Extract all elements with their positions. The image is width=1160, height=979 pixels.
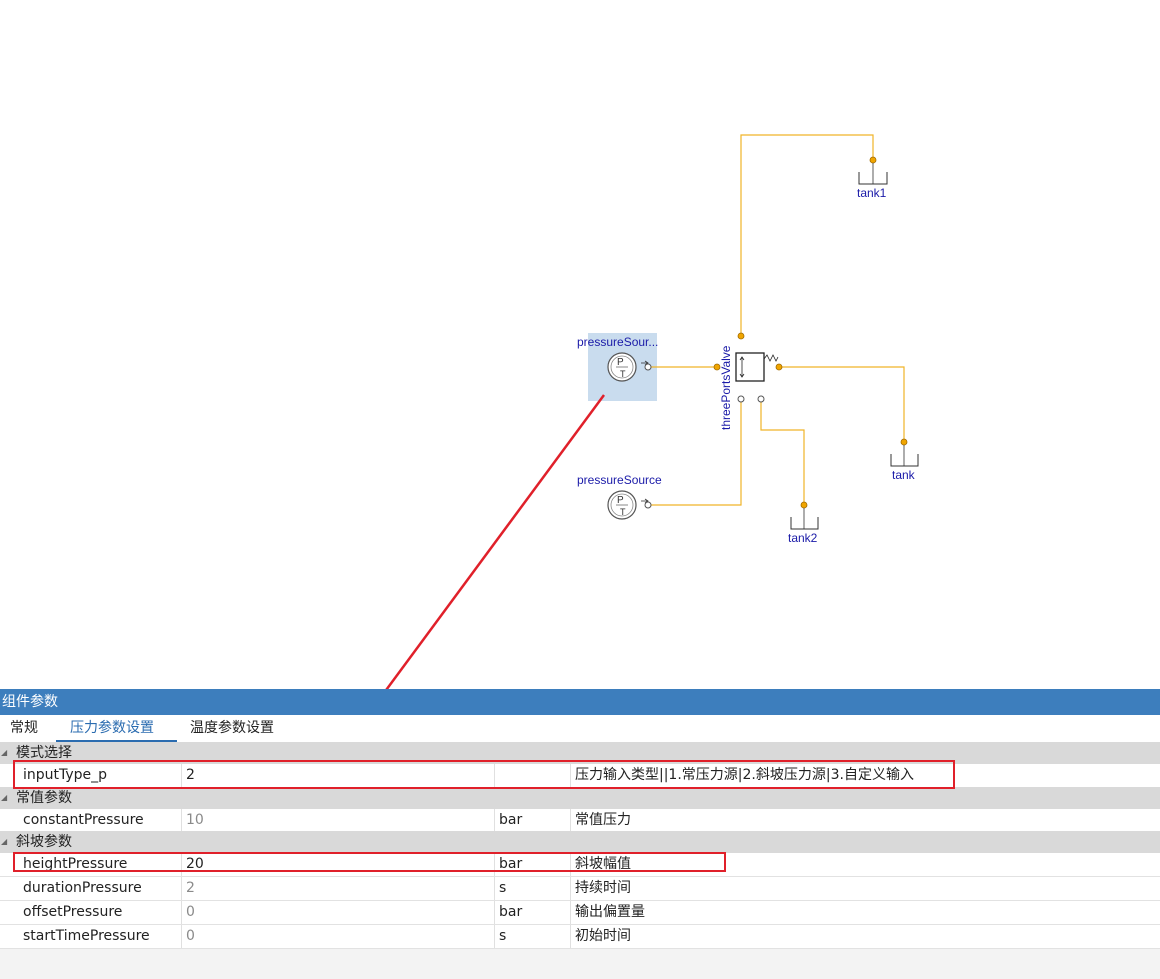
tank1-label: tank1 [857, 186, 887, 200]
param-row-inputType_p[interactable]: inputType_p 2 压力输入类型||1.常压力源|2.斜坡压力源|3.自… [0, 764, 1160, 788]
pressure-source-label: pressureSource [577, 473, 662, 487]
wire-valve-tank1 [740, 134, 874, 336]
svg-text:T: T [620, 369, 626, 379]
param-name: inputType_p [23, 767, 108, 783]
wire-valve-tank [779, 366, 905, 442]
param-unit: bar [494, 853, 570, 876]
tank-label: tank [892, 468, 915, 482]
param-value-input[interactable]: 0 [181, 925, 494, 948]
panel-title: 组件参数 [0, 689, 1160, 715]
parameter-tabs: 常规 压力参数设置 温度参数设置 [0, 715, 1160, 742]
tab-pressure-settings[interactable]: 压力参数设置 [56, 715, 177, 742]
diagram-canvas[interactable]: P T P T pressureSour... pressureSource t… [0, 0, 1160, 689]
tank2-icon[interactable] [790, 501, 819, 530]
param-row-constantPressure[interactable]: constantPressure 10 bar 常值压力 [0, 809, 1160, 833]
param-description: 斜坡幅值 [570, 853, 1160, 876]
param-unit: s [494, 925, 570, 948]
collapse-icon[interactable]: ◢ [1, 787, 7, 809]
param-name: heightPressure [23, 856, 128, 872]
group-label: 常值参数 [16, 790, 72, 806]
annotation-arrow [385, 394, 606, 689]
param-name: offsetPressure [23, 904, 123, 920]
param-description: 压力输入类型||1.常压力源|2.斜坡压力源|3.自定义输入 [570, 764, 1160, 787]
group-label: 模式选择 [16, 745, 72, 761]
svg-text:P: P [617, 357, 624, 368]
param-description: 初始时间 [570, 925, 1160, 948]
param-name: durationPressure [23, 880, 142, 896]
param-value-input[interactable]: 2 [181, 877, 494, 900]
tab-general[interactable]: 常规 [0, 715, 48, 742]
tank2-label: tank2 [788, 531, 818, 545]
collapse-icon[interactable]: ◢ [1, 742, 7, 764]
param-unit [494, 764, 570, 787]
param-name: startTimePressure [23, 928, 150, 944]
tab-temperature-settings[interactable]: 温度参数设置 [180, 715, 284, 742]
pressure-source-icon[interactable]: P T [607, 490, 652, 520]
three-ports-valve-label: threePortsValve [719, 345, 733, 431]
param-row-durationPressure[interactable]: durationPressure 2 s 持续时间 [0, 877, 1160, 901]
param-row-offsetPressure[interactable]: offsetPressure 0 bar 输出偏置量 [0, 901, 1160, 925]
param-value-input[interactable]: 10 [181, 809, 494, 832]
group-constant-params[interactable]: ◢ 常值参数 [0, 787, 1160, 809]
pressure-source-selected-label: pressureSour... [577, 335, 659, 349]
param-description: 持续时间 [570, 877, 1160, 900]
group-label: 斜坡参数 [16, 834, 72, 850]
param-description: 输出偏置量 [570, 901, 1160, 924]
param-name: constantPressure [23, 812, 144, 828]
param-unit: bar [494, 809, 570, 832]
component-parameters-panel: 组件参数 常规 压力参数设置 温度参数设置 ◢ 模式选择 inputType_p… [0, 689, 1160, 979]
parameter-grid: ◢ 模式选择 inputType_p 2 压力输入类型||1.常压力源|2.斜坡… [0, 742, 1160, 979]
svg-text:P: P [617, 495, 624, 506]
param-row-heightPressure[interactable]: heightPressure 20 bar 斜坡幅值 [0, 853, 1160, 877]
param-unit: s [494, 877, 570, 900]
svg-text:T: T [620, 507, 626, 517]
collapse-icon[interactable]: ◢ [1, 831, 7, 853]
param-value-input[interactable]: 2 [181, 764, 494, 787]
group-ramp-params[interactable]: ◢ 斜坡参数 [0, 831, 1160, 853]
tank1-icon[interactable] [858, 156, 888, 185]
group-mode-select[interactable]: ◢ 模式选择 [0, 742, 1160, 764]
wire-valve-tank2 [760, 399, 805, 505]
param-unit: bar [494, 901, 570, 924]
param-row-startTimePressure[interactable]: startTimePressure 0 s 初始时间 [0, 925, 1160, 949]
tank-icon[interactable] [890, 438, 919, 467]
param-value-input[interactable]: 20 [181, 853, 494, 876]
param-value-input[interactable]: 0 [181, 901, 494, 924]
param-description: 常值压力 [570, 809, 1160, 832]
